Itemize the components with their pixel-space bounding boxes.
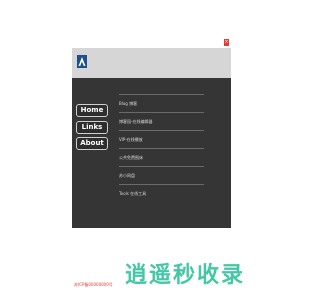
nav-about-button[interactable]: About [76,137,108,150]
links-list: Blog 博客 博客园-在线编辑器 VIP-在线播放 公共免费图床 苏小网盘 T… [119,94,204,202]
link-image-host[interactable]: 公共免费图床 [119,148,204,166]
link-cnblogs-editor[interactable]: 博客园-在线编辑器 [119,112,204,130]
main-panel: Home Links About Blog 博客 博客园-在线编辑器 VIP-在… [72,78,231,228]
site-header [72,48,231,78]
watermark-text: 逍遥秒收录 [125,263,246,288]
link-vip-player[interactable]: VIP-在线播放 [119,130,204,148]
close-button[interactable]: × [224,39,229,46]
nav-home-button[interactable]: Home [76,104,108,117]
icp-record-link[interactable]: 苏ICP备00000000号 [74,282,113,288]
nav-links-button[interactable]: Links [76,121,108,134]
link-online-tools[interactable]: Tools 在线工具 [119,184,204,202]
logo-icon [77,55,87,68]
link-blog[interactable]: Blog 博客 [119,94,204,112]
link-cloud-drive[interactable]: 苏小网盘 [119,166,204,184]
site-logo[interactable] [77,55,87,68]
